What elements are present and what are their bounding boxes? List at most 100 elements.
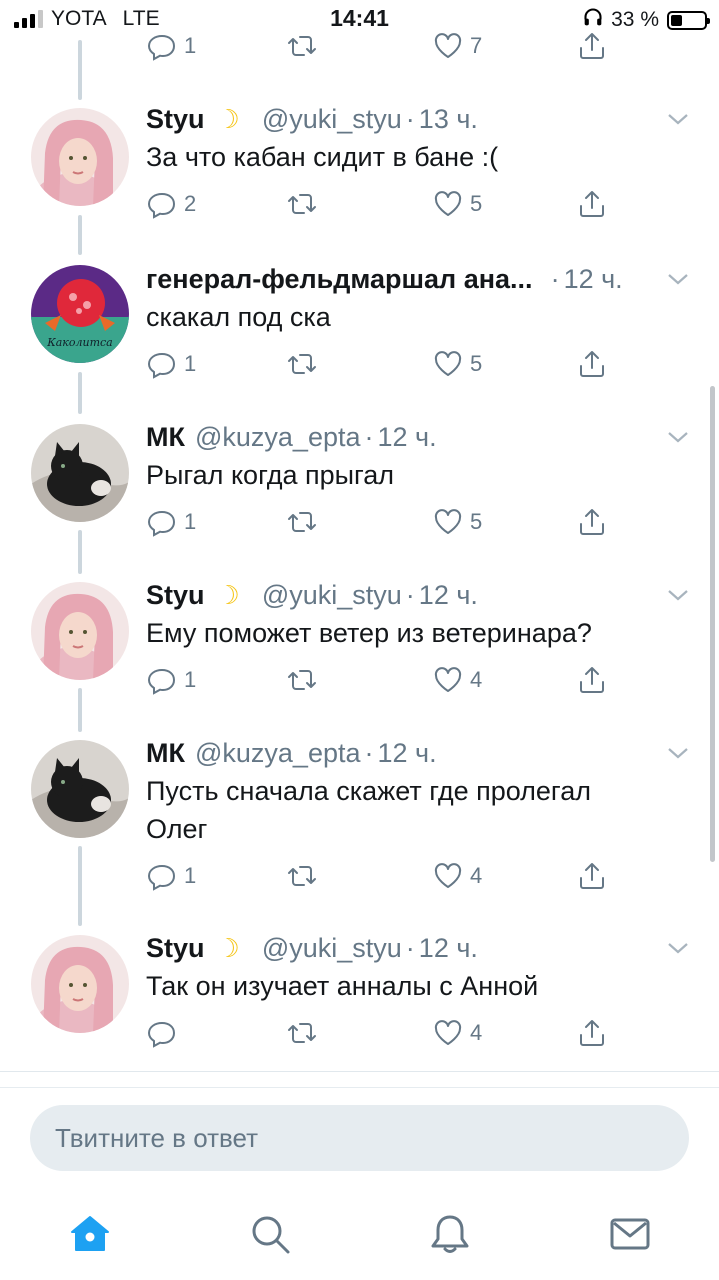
- like-button[interactable]: 5: [432, 348, 482, 380]
- tweet[interactable]: Styu ☽ @yuki_styu · 13 ч. За что кабан с…: [0, 100, 719, 230]
- reply-input[interactable]: Твитните в ответ: [30, 1105, 689, 1171]
- like-button[interactable]: 4: [432, 664, 482, 696]
- tab-notifications[interactable]: [428, 1212, 472, 1256]
- tweet-time[interactable]: 12 ч.: [419, 933, 478, 964]
- avatar[interactable]: [31, 582, 129, 680]
- tweet[interactable]: Styu ☽ @yuki_styu · 12 ч. Так он изучает…: [0, 929, 719, 1059]
- chevron-down-icon[interactable]: [665, 740, 691, 766]
- reply-button[interactable]: 2: [146, 188, 196, 220]
- share-button[interactable]: [576, 506, 608, 538]
- display-name[interactable]: МК: [146, 738, 185, 769]
- display-name[interactable]: генерал-фельдмаршал ана...: [146, 264, 533, 295]
- tab-bar: [0, 1190, 719, 1280]
- share-icon: [580, 351, 604, 377]
- display-name[interactable]: Styu: [146, 104, 205, 135]
- user-handle[interactable]: @kuzya_epta: [195, 738, 361, 769]
- avatar[interactable]: [31, 935, 129, 1033]
- tweet[interactable]: МК @kuzya_epta · 12 ч. Пусть сначала ска…: [0, 734, 719, 904]
- bell-icon: [431, 1215, 469, 1253]
- tweet-time[interactable]: 12 ч.: [378, 422, 437, 453]
- chevron-down-icon[interactable]: [665, 582, 691, 608]
- display-name[interactable]: МК: [146, 422, 185, 453]
- like-count: 7: [470, 33, 483, 58]
- separator-dot: ·: [405, 579, 415, 610]
- reply-button[interactable]: 1: [146, 30, 196, 62]
- reply-button[interactable]: 1: [146, 860, 196, 892]
- moon-emoji: ☽: [216, 103, 240, 134]
- avatar[interactable]: [31, 424, 129, 522]
- retweet-icon: [288, 354, 316, 374]
- tab-home[interactable]: [68, 1212, 112, 1256]
- tweet-text: Пусть сначала скажет где пролегал Олег: [146, 776, 591, 844]
- tweet[interactable]: Каколитса генерал-фельдмаршал ана... · 1…: [0, 260, 719, 390]
- reply-count: 2: [184, 191, 197, 216]
- chevron-down-icon[interactable]: [665, 106, 691, 132]
- avatar[interactable]: [31, 108, 129, 206]
- tweet-actions-partial: 1 7: [146, 30, 626, 70]
- chevron-down-icon[interactable]: [665, 935, 691, 961]
- share-button[interactable]: [576, 664, 608, 696]
- retweet-button[interactable]: [286, 860, 318, 892]
- home-icon: [71, 1216, 109, 1251]
- retweet-button[interactable]: [286, 1017, 318, 1049]
- retweet-icon: [288, 36, 316, 56]
- tab-search[interactable]: [248, 1212, 292, 1256]
- user-handle[interactable]: @yuki_styu: [262, 104, 402, 135]
- reply-icon: [147, 864, 176, 891]
- reply-button[interactable]: 1: [146, 348, 196, 380]
- reply-count: 1: [184, 863, 197, 888]
- chevron-down-icon[interactable]: [665, 424, 691, 450]
- retweet-button[interactable]: [286, 348, 318, 380]
- chevron-down-icon[interactable]: [665, 266, 691, 292]
- separator-dot: ·: [550, 263, 560, 294]
- reply-count: 1: [184, 667, 197, 692]
- tweet-time[interactable]: 12 ч.: [564, 264, 623, 295]
- scrollbar[interactable]: [710, 386, 715, 862]
- user-handle[interactable]: @yuki_styu: [262, 933, 402, 964]
- share-icon: [580, 1020, 604, 1046]
- share-button[interactable]: [576, 188, 608, 220]
- tab-messages[interactable]: [608, 1212, 652, 1256]
- avatar-logo-text: Каколитса: [46, 336, 113, 349]
- retweet-button[interactable]: [286, 188, 318, 220]
- retweet-button[interactable]: [286, 506, 318, 538]
- like-button[interactable]: 7: [432, 30, 482, 62]
- tweet[interactable]: МК @kuzya_epta · 12 ч. Рыгал когда прыга…: [0, 418, 719, 548]
- reply-button[interactable]: 1: [146, 506, 196, 538]
- retweet-button[interactable]: [286, 664, 318, 696]
- user-handle[interactable]: @kuzya_epta: [195, 422, 361, 453]
- retweet-button[interactable]: [286, 30, 318, 62]
- reply-icon: [147, 34, 176, 61]
- share-button[interactable]: [576, 348, 608, 380]
- tweet-header: МК @kuzya_epta · 12 ч.: [146, 734, 437, 772]
- avatar[interactable]: [31, 740, 129, 838]
- like-button[interactable]: 5: [432, 188, 482, 220]
- share-button[interactable]: [576, 1017, 608, 1049]
- like-count: 5: [470, 191, 483, 216]
- tweet-time[interactable]: 12 ч.: [419, 580, 478, 611]
- thread-line: [78, 40, 82, 100]
- reply-button[interactable]: [146, 1017, 184, 1049]
- heart-icon: [434, 191, 462, 216]
- reply-button[interactable]: 1: [146, 664, 196, 696]
- user-handle[interactable]: @yuki_styu: [262, 580, 402, 611]
- divider: [0, 1087, 719, 1088]
- display-name[interactable]: Styu: [146, 580, 205, 611]
- display-name[interactable]: Styu: [146, 933, 205, 964]
- like-button[interactable]: 4: [432, 860, 482, 892]
- share-button[interactable]: [576, 30, 608, 62]
- tweet[interactable]: Styu ☽ @yuki_styu · 12 ч. Ему поможет ве…: [0, 576, 719, 706]
- like-count: 5: [470, 351, 483, 376]
- tweet-text: За что кабан сидит в бане :(: [146, 142, 499, 172]
- tweet-header: Styu ☽ @yuki_styu · 12 ч.: [146, 576, 478, 614]
- moon-emoji: ☽: [216, 579, 240, 610]
- heart-icon: [434, 1020, 462, 1045]
- like-button[interactable]: 4: [432, 1017, 482, 1049]
- tweet-time[interactable]: 13 ч.: [419, 104, 478, 135]
- share-button[interactable]: [576, 860, 608, 892]
- separator-dot: ·: [364, 737, 374, 768]
- avatar[interactable]: Каколитса: [31, 265, 129, 363]
- share-icon: [580, 509, 604, 535]
- tweet-time[interactable]: 12 ч.: [378, 738, 437, 769]
- like-button[interactable]: 5: [432, 506, 482, 538]
